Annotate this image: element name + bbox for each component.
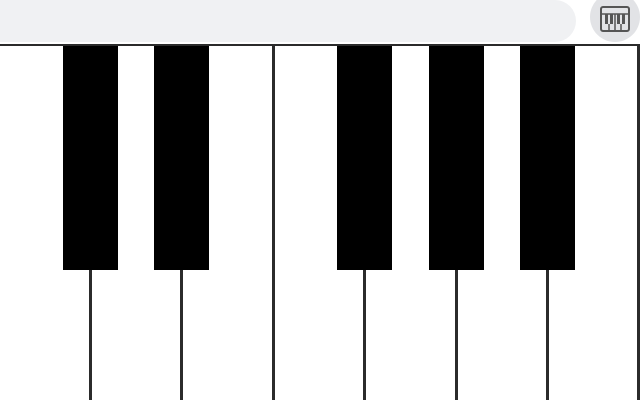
piano-keyboard-icon bbox=[600, 6, 630, 32]
keyboard-toggle-button[interactable] bbox=[590, 0, 640, 42]
black-key[interactable] bbox=[154, 46, 209, 270]
search-bar[interactable] bbox=[0, 0, 576, 42]
piano-keyboard bbox=[0, 44, 640, 400]
black-key[interactable] bbox=[520, 46, 575, 270]
black-key[interactable] bbox=[63, 46, 118, 270]
black-key[interactable] bbox=[337, 46, 392, 270]
top-bar bbox=[0, 0, 640, 44]
black-key[interactable] bbox=[429, 46, 484, 270]
